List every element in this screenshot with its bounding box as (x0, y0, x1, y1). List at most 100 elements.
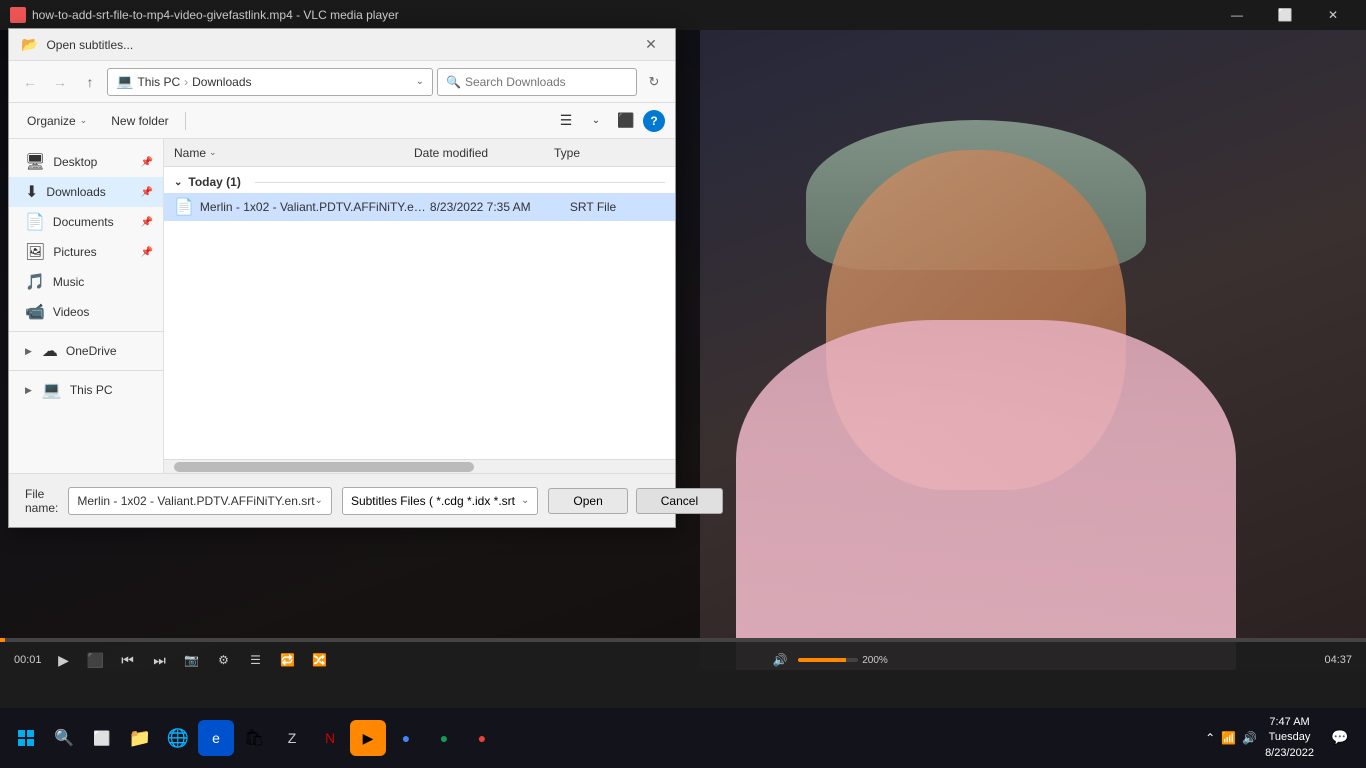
breadcrumb-pc: This PC (137, 75, 180, 89)
preview-pane-button[interactable]: ⬛ (613, 108, 639, 134)
sidebar-separator1 (9, 331, 163, 332)
thispc-icon: 💻 (42, 380, 62, 400)
store-button[interactable]: 🛍 (236, 720, 272, 756)
volume-icon[interactable]: 🔊 (766, 646, 794, 674)
dialog-titlebar: 📂 Open subtitles... ✕ (9, 29, 675, 61)
thispc-expand: ▶ (25, 385, 32, 396)
col-header-name[interactable]: Name ⌄ (174, 146, 414, 160)
vlc-close-button[interactable]: ✕ (1310, 0, 1356, 30)
prev-button[interactable]: ⏮ (114, 646, 142, 674)
snapshot-button[interactable]: 📷 (178, 646, 206, 674)
col-header-date[interactable]: Date modified (414, 146, 554, 160)
chrome-btn3[interactable]: ● (464, 720, 500, 756)
minimize-button[interactable]: — (1214, 0, 1260, 30)
downloads-icon: ⬇ (25, 182, 38, 202)
breadcrumb-icon: 💻 (116, 73, 133, 90)
pin-icon-documents: 📌 (141, 217, 153, 228)
progress-bar[interactable] (0, 638, 1366, 642)
vlc-controls-bar: 00:01 ▶ ⬛ ⏮ ⏭ 📷 ⚙ ☰ 🔁 🔀 🔊 200% 04:37 (0, 638, 1366, 708)
body-shape (736, 320, 1236, 670)
extra-btn1[interactable]: Z (274, 720, 310, 756)
vlc-taskbar[interactable]: ▶ (350, 720, 386, 756)
dialog-close-button[interactable]: ✕ (639, 33, 663, 57)
chrome-btn2[interactable]: ● (426, 720, 462, 756)
scrollbar-thumb[interactable] (174, 462, 474, 472)
chrome-btn1[interactable]: ● (388, 720, 424, 756)
browser-button[interactable]: 🌐 (160, 720, 196, 756)
vlc-titlebar: how-to-add-srt-file-to-mp4-video-givefas… (0, 0, 1366, 30)
sidebar-item-onedrive[interactable]: ▶ ☁ OneDrive (9, 336, 163, 366)
horizontal-scrollbar[interactable] (164, 459, 675, 473)
edge-button[interactable]: e (198, 720, 234, 756)
vlc-icon (10, 7, 26, 23)
group-label: Today (1) (188, 175, 240, 189)
stop-button[interactable]: ⬛ (82, 646, 110, 674)
organize-button[interactable]: Organize ⌄ (19, 111, 95, 131)
pin-icon-pictures: 📌 (141, 247, 153, 258)
loop-button[interactable]: 🔁 (274, 646, 302, 674)
equalizer-button[interactable]: ⚙ (210, 646, 238, 674)
new-folder-label: New folder (111, 114, 168, 128)
next-button[interactable]: ⏭ (146, 646, 174, 674)
sidebar-item-music[interactable]: 🎵 Music (9, 267, 163, 297)
file-row-srt[interactable]: 📄 Merlin - 1x02 - Valiant.PDTV.AFFiNiTY.… (164, 193, 675, 221)
sidebar-item-downloads[interactable]: ⬇ Downloads 📌 (9, 177, 163, 207)
cancel-button[interactable]: Cancel (636, 488, 723, 514)
filename-input[interactable]: Merlin - 1x02 - Valiant.PDTV.AFFiNiTY.en… (68, 487, 332, 515)
breadcrumb-chevron[interactable]: ⌄ (416, 76, 424, 87)
open-subtitles-dialog: 📂 Open subtitles... ✕ ← → ↑ 💻 This PC › … (8, 28, 676, 528)
sidebar-item-videos[interactable]: 📹 Videos (9, 297, 163, 327)
filetype-value: Subtitles Files ( *.cdg *.idx *.srt (351, 494, 515, 508)
extra-btn2[interactable]: N (312, 720, 348, 756)
file-area: Name ⌄ Date modified Type ⌄ Today (1) (164, 139, 675, 473)
open-button[interactable]: Open (548, 488, 627, 514)
up-button[interactable]: ↑ (77, 69, 103, 95)
systray-chevron[interactable]: ⌃ (1205, 731, 1215, 745)
sidebar-label-desktop: Desktop (53, 155, 97, 169)
volume-slider[interactable] (798, 658, 858, 662)
clock-time: 7:47 AM (1265, 715, 1314, 730)
breadcrumb-bar[interactable]: 💻 This PC › Downloads ⌄ (107, 68, 433, 96)
sidebar-item-thispc[interactable]: ▶ 💻 This PC (9, 375, 163, 405)
sidebar-item-desktop[interactable]: 🖥 Desktop 📌 (9, 147, 163, 177)
search-icon: 🔍 (446, 75, 461, 89)
progress-fill (0, 638, 5, 642)
volume-taskbar-icon[interactable]: 🔊 (1242, 731, 1257, 745)
filetype-select[interactable]: Subtitles Files ( *.cdg *.idx *.srt ⌄ (342, 487, 538, 515)
new-folder-button[interactable]: New folder (103, 111, 176, 131)
view-chevron-button[interactable]: ⌄ (583, 108, 609, 134)
play-button[interactable]: ▶ (50, 646, 78, 674)
col-header-type[interactable]: Type (554, 146, 665, 160)
time-current: 00:01 (14, 654, 42, 666)
window-controls: — ⬜ ✕ (1214, 0, 1356, 30)
playlist-button[interactable]: ☰ (242, 646, 270, 674)
dialog-bottom: File name: Merlin - 1x02 - Valiant.PDTV.… (9, 473, 675, 527)
view-options-button[interactable]: ☰ (553, 108, 579, 134)
maximize-button[interactable]: ⬜ (1262, 0, 1308, 30)
search-input[interactable] (465, 75, 628, 89)
task-view-button[interactable]: ⬜ (84, 720, 120, 756)
back-button[interactable]: ← (17, 69, 43, 95)
sidebar-label-pictures: Pictures (53, 245, 96, 259)
network-icon[interactable]: 📶 (1221, 731, 1236, 745)
help-button[interactable]: ? (643, 110, 665, 132)
sidebar-item-documents[interactable]: 📄 Documents 📌 (9, 207, 163, 237)
refresh-button[interactable]: ↻ (641, 69, 667, 95)
col-date-label: Date modified (414, 146, 488, 160)
file-date: 8/23/2022 7:35 AM (430, 200, 570, 214)
shuffle-button[interactable]: 🔀 (306, 646, 334, 674)
group-today[interactable]: ⌄ Today (1) (164, 171, 675, 193)
sidebar-item-pictures[interactable]: 🖼 Pictures 📌 (9, 237, 163, 267)
taskbar-right: ⌃ 📶 🔊 7:47 AM Tuesday 8/23/2022 💬 (1205, 715, 1358, 761)
file-explorer-button[interactable]: 📁 (122, 720, 158, 756)
sidebar-label-documents: Documents (53, 215, 114, 229)
start-button[interactable] (8, 720, 44, 756)
clock[interactable]: 7:47 AM Tuesday 8/23/2022 (1265, 715, 1314, 761)
filename-chevron: ⌄ (315, 495, 323, 506)
notification-button[interactable]: 💬 (1322, 720, 1358, 756)
column-headers: Name ⌄ Date modified Type (164, 139, 675, 167)
search-taskbar-button[interactable]: 🔍 (46, 720, 82, 756)
search-box[interactable]: 🔍 (437, 68, 637, 96)
forward-button[interactable]: → (47, 69, 73, 95)
pin-icon-downloads: 📌 (141, 187, 153, 198)
